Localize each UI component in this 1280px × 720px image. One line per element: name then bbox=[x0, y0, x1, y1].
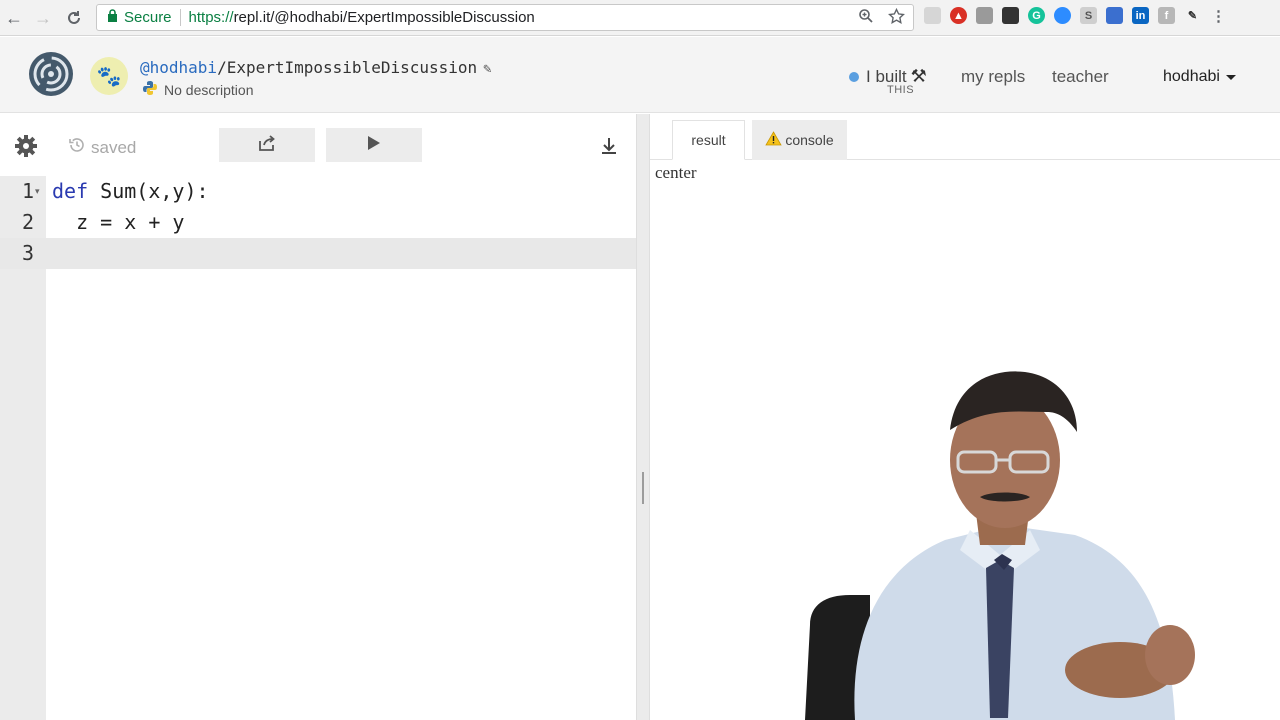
repl-description-text: No description bbox=[164, 81, 254, 98]
pane-splitter[interactable] bbox=[636, 114, 650, 720]
tab-console-label: console bbox=[785, 132, 834, 148]
user-avatar[interactable]: 🐾 bbox=[90, 57, 128, 95]
menu-dots-icon[interactable]: ⋮ bbox=[1210, 7, 1227, 25]
saved-label: saved bbox=[91, 137, 137, 157]
url-path: repl.it/@hodhabi/ExpertImpossibleDiscuss… bbox=[233, 9, 535, 26]
code-line[interactable]: 2 z = x + y bbox=[0, 207, 636, 238]
back-icon[interactable]: ← bbox=[3, 7, 25, 29]
save-extension-icon[interactable] bbox=[976, 7, 993, 24]
repl-name: ExpertImpossibleDiscussion bbox=[226, 58, 478, 77]
code-line-active[interactable]: 3 bbox=[0, 238, 636, 269]
caret-down-icon bbox=[1225, 74, 1236, 80]
repl-title: @hodhabi/ExpertImpossibleDiscussion ✎ bbox=[140, 58, 492, 77]
bookmark-star-icon[interactable] bbox=[888, 7, 905, 30]
cloud-extension-icon[interactable] bbox=[924, 7, 941, 24]
lock-icon bbox=[107, 8, 118, 27]
nav-my-repls[interactable]: my repls bbox=[961, 67, 1025, 87]
replit-logo-icon[interactable] bbox=[27, 50, 75, 103]
line-number: 3 bbox=[21, 241, 34, 265]
reload-icon[interactable] bbox=[63, 7, 85, 29]
run-button[interactable] bbox=[326, 128, 422, 162]
saved-status: saved bbox=[68, 136, 136, 159]
repl-owner-link[interactable]: @hodhabi bbox=[140, 58, 217, 77]
app-header: 🐾 @hodhabi/ExpertImpossibleDiscussion ✎ N… bbox=[0, 37, 1280, 113]
adblock-extension-icon[interactable]: ▲ bbox=[950, 7, 967, 24]
picker-extension-icon[interactable]: ✎ bbox=[1184, 7, 1201, 24]
editor-pane: saved 1 ▾ def Sum(x,y): 2 z = x + y 3 bbox=[0, 114, 636, 720]
status-dot bbox=[849, 71, 859, 82]
url-text: https://repl.it/@hodhabi/ExpertImpossibl… bbox=[189, 9, 535, 26]
address-bar[interactable]: Secure https://repl.it/@hodhabi/ExpertIm… bbox=[96, 4, 914, 31]
omnibox-divider bbox=[179, 9, 181, 26]
code-line[interactable]: 1 ▾ def Sum(x,y): bbox=[0, 176, 636, 207]
editor-toolbar: saved bbox=[0, 114, 636, 176]
history-icon bbox=[68, 136, 86, 159]
presenter-video-overlay bbox=[800, 365, 1220, 720]
code-rest: Sum(x,y): bbox=[88, 179, 209, 203]
line-number: 2 bbox=[21, 210, 34, 234]
repl-title-slash: / bbox=[217, 58, 227, 77]
play-icon bbox=[367, 135, 381, 156]
url-scheme: https:// bbox=[188, 9, 234, 26]
facebook-extension-icon[interactable]: f bbox=[1158, 7, 1175, 24]
zoom-icon[interactable] bbox=[858, 8, 874, 30]
tab-extension-icon[interactable] bbox=[1106, 7, 1123, 24]
linkedin-extension-icon[interactable]: in bbox=[1132, 7, 1149, 24]
tab-result-label: result bbox=[691, 132, 726, 148]
code-text: def Sum(x,y): bbox=[52, 176, 209, 207]
share-icon bbox=[257, 134, 277, 157]
username-label: hodhabi bbox=[1163, 68, 1220, 85]
repl-description[interactable]: No description bbox=[142, 80, 254, 99]
fold-arrow-icon[interactable]: ▾ bbox=[35, 176, 40, 207]
code-keyword: def bbox=[52, 179, 89, 203]
download-icon[interactable] bbox=[600, 136, 618, 161]
screen: ← → Secure https://repl.it/@hodhabi/Expe… bbox=[0, 0, 1280, 720]
browser-toolbar: ← → Secure https://repl.it/@hodhabi/Expe… bbox=[0, 0, 1280, 36]
s-extension-icon[interactable]: S bbox=[1080, 7, 1097, 24]
zoom-extension-icon[interactable] bbox=[1054, 7, 1071, 24]
code-text: z = x + y bbox=[52, 210, 185, 234]
i-built-sublabel: THIS bbox=[887, 84, 915, 96]
tab-console[interactable]: console bbox=[752, 120, 847, 160]
output-tabs: result console bbox=[650, 114, 1280, 160]
result-output-text: center bbox=[655, 163, 697, 182]
splitter-handle[interactable] bbox=[642, 472, 644, 504]
settings-gear-icon[interactable] bbox=[14, 134, 38, 163]
share-button[interactable] bbox=[219, 128, 315, 162]
nav-teacher[interactable]: teacher bbox=[1052, 67, 1109, 87]
line-number: 1 bbox=[21, 179, 34, 203]
python-icon bbox=[142, 80, 158, 99]
forward-icon[interactable]: → bbox=[32, 7, 54, 29]
secure-label: Secure bbox=[124, 9, 172, 26]
user-menu[interactable]: hodhabi bbox=[1163, 68, 1236, 86]
edit-pencil-icon[interactable]: ✎ bbox=[483, 61, 491, 77]
evernote-extension-icon[interactable] bbox=[1002, 7, 1019, 24]
grammarly-extension-icon[interactable]: G bbox=[1028, 7, 1045, 24]
extensions-bar: ▲ G S in f ✎ ⋮ bbox=[924, 7, 1227, 25]
tab-result[interactable]: result bbox=[672, 120, 745, 160]
warning-icon bbox=[765, 131, 783, 149]
